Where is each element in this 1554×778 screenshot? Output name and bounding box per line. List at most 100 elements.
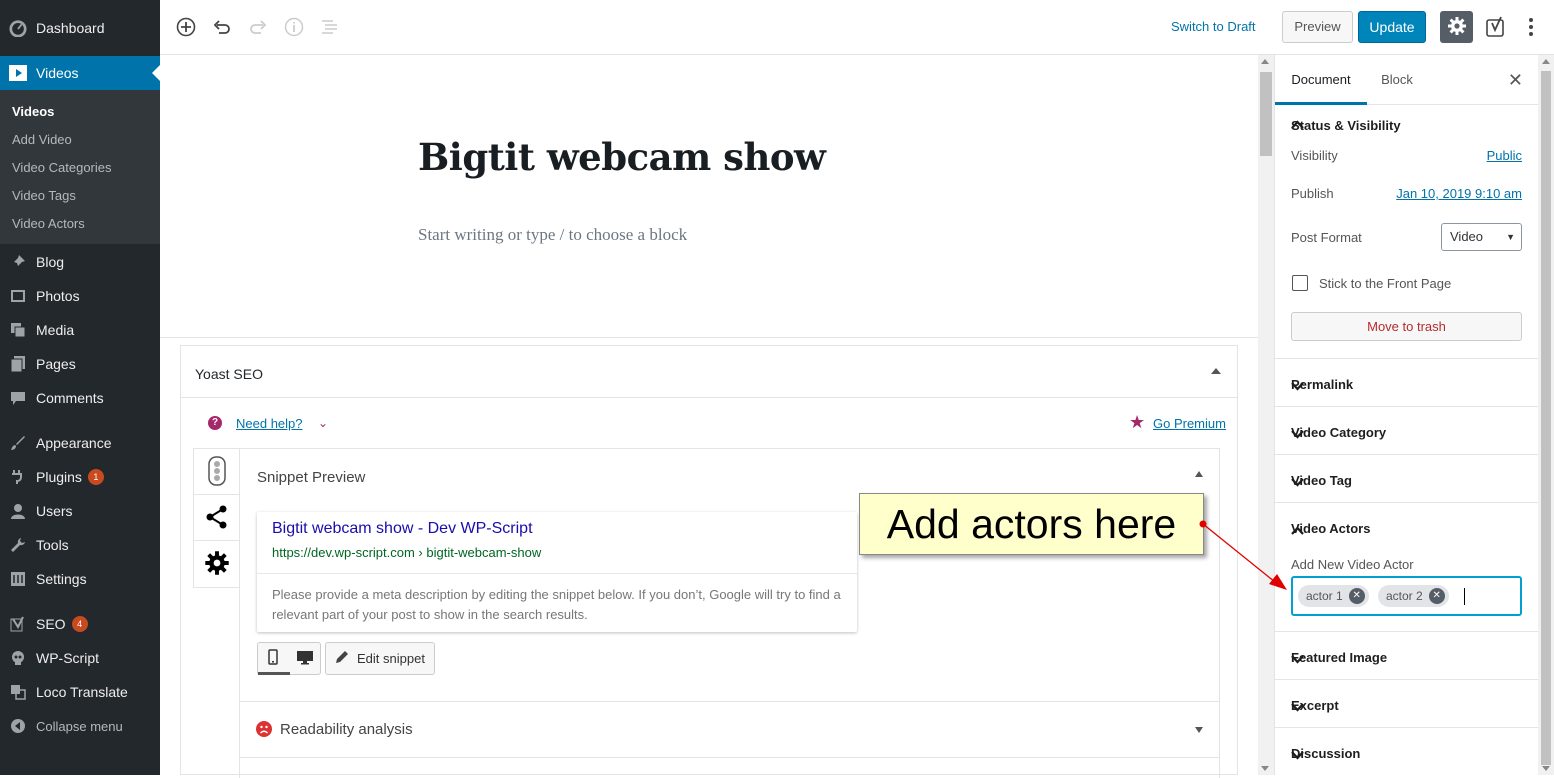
scroll-down-icon[interactable] [1261, 766, 1269, 771]
panel-excerpt[interactable]: Excerpt [1275, 679, 1539, 727]
pencil-icon [335, 650, 349, 667]
yoast-seo-metabox: Yoast SEO ? Need help? ⌄ ★ Go Premium Sn… [180, 345, 1238, 778]
device-toggle [257, 642, 321, 675]
panel-video-category[interactable]: Video Category [1275, 406, 1539, 454]
chevron-down-icon[interactable]: ⌄ [318, 416, 328, 430]
panel-status-visibility[interactable]: Status & Visibility [1275, 105, 1539, 143]
help-icon: ? [208, 416, 222, 430]
menu-appearance[interactable]: Appearance [0, 431, 160, 455]
menu-photos[interactable]: Photos [0, 284, 160, 308]
panel-video-tag[interactable]: Video Tag [1275, 454, 1539, 502]
settings-gear-button[interactable] [1440, 11, 1473, 43]
menu-plugins[interactable]: Plugins 1 [0, 465, 160, 489]
snippet-title[interactable]: Bigtit webcam show - Dev WP-Script [272, 520, 533, 538]
submenu-video-actors[interactable]: Video Actors [12, 216, 85, 231]
menu-pages[interactable]: Pages [0, 352, 160, 376]
chevron-down-icon [1291, 379, 1523, 394]
menu-label: Users [36, 503, 73, 519]
actor-token: actor 2 ✕ [1378, 585, 1449, 607]
advanced-settings-tab[interactable] [193, 540, 240, 588]
publish-label: Publish [1291, 186, 1334, 201]
menu-media[interactable]: Media [0, 318, 160, 342]
submenu-add-video[interactable]: Add Video [12, 132, 72, 147]
preview-button[interactable]: Preview [1282, 11, 1353, 43]
menu-collapse[interactable]: Collapse menu [0, 714, 160, 738]
go-premium-link[interactable]: Go Premium [1153, 416, 1226, 431]
menu-loco-translate[interactable]: Loco Translate [0, 680, 160, 704]
tab-document[interactable]: Document [1275, 55, 1367, 105]
traffic-light-icon [207, 455, 226, 489]
expand-triangle-icon[interactable] [1195, 727, 1203, 733]
seo-traffic-light-tab[interactable] [193, 448, 240, 496]
submenu-videos[interactable]: Videos [12, 104, 54, 119]
switch-to-draft-button[interactable]: Switch to Draft [1171, 19, 1256, 34]
update-button[interactable]: Update [1358, 11, 1426, 43]
move-to-trash-button[interactable]: Move to trash [1291, 312, 1522, 341]
submenu-video-categories[interactable]: Video Categories [12, 160, 112, 175]
menu-videos[interactable]: Videos [0, 56, 160, 90]
scroll-up-icon[interactable] [1542, 59, 1550, 64]
token-label: actor 1 [1306, 589, 1343, 603]
tab-block[interactable]: Block [1367, 55, 1427, 105]
scroll-down-icon[interactable] [1542, 766, 1550, 771]
redo-icon[interactable] [245, 14, 271, 40]
publish-date-link[interactable]: Jan 10, 2019 9:10 am [1396, 186, 1522, 201]
menu-wp-script[interactable]: WP-Script [0, 646, 160, 670]
actor-token: actor 1 ✕ [1298, 585, 1369, 607]
post-title[interactable]: Bigtit webcam show [418, 135, 826, 179]
collapse-triangle-icon[interactable] [1195, 471, 1203, 477]
panel-discussion[interactable]: Discussion [1275, 727, 1539, 775]
chevron-down-icon [1291, 748, 1523, 763]
menu-dashboard[interactable]: Dashboard [0, 13, 160, 43]
mobile-icon[interactable] [268, 649, 278, 668]
menu-blog[interactable]: Blog [0, 250, 160, 274]
menu-tools[interactable]: Tools [0, 533, 160, 557]
menu-settings[interactable]: Settings [0, 567, 160, 591]
more-menu-icon[interactable] [1518, 14, 1544, 40]
info-icon[interactable] [281, 14, 307, 40]
panel-permalink[interactable]: Permalink [1275, 358, 1539, 406]
active-arrow [152, 65, 160, 81]
callout-arrow [1199, 520, 1287, 590]
yoast-icon [0, 616, 36, 632]
pages-icon [0, 356, 36, 372]
block-placeholder[interactable]: Start writing or type / to choose a bloc… [418, 225, 687, 245]
scrollbar-thumb[interactable] [1541, 71, 1551, 765]
close-icon[interactable]: ✕ [1508, 71, 1523, 89]
sticky-label: Stick to the Front Page [1319, 276, 1452, 291]
sticky-checkbox[interactable] [1292, 275, 1308, 291]
post-format-label: Post Format [1291, 230, 1362, 245]
yoast-title: Yoast SEO [195, 366, 263, 382]
outline-icon[interactable] [317, 14, 343, 40]
scrollbar-thumb[interactable] [1260, 72, 1272, 156]
scroll-up-icon[interactable] [1261, 59, 1269, 64]
panel-featured-image[interactable]: Featured Image [1275, 631, 1539, 679]
submenu-video-tags[interactable]: Video Tags [12, 188, 76, 203]
google-snippet-card[interactable]: Bigtit webcam show - Dev WP-Script https… [257, 512, 857, 632]
menu-label: SEO [36, 616, 66, 632]
remove-token-icon[interactable]: ✕ [1348, 588, 1365, 604]
editor-toolbar: Switch to Draft Preview Update [160, 0, 1554, 55]
panel-video-actors[interactable]: Video Actors [1275, 502, 1539, 550]
menu-comments[interactable]: Comments [0, 386, 160, 410]
sidebar-tabs: Document Block ✕ [1275, 55, 1539, 105]
select-value: Video [1450, 229, 1484, 244]
menu-seo[interactable]: SEO 4 [0, 612, 160, 636]
sidebar-scrollbar[interactable] [1538, 55, 1554, 775]
actor-token-field[interactable]: actor 1 ✕ actor 2 ✕ [1291, 576, 1522, 616]
menu-users[interactable]: Users [0, 499, 160, 523]
yoast-toolbar-icon[interactable] [1483, 14, 1509, 40]
edit-snippet-button[interactable]: Edit snippet [325, 642, 435, 675]
editor-scrollbar[interactable] [1258, 55, 1274, 775]
readability-heading[interactable]: Readability analysis [280, 721, 413, 738]
social-share-tab[interactable] [193, 494, 240, 542]
undo-icon[interactable] [209, 14, 235, 40]
need-help-link[interactable]: Need help? [236, 416, 303, 431]
collapse-triangle-icon[interactable] [1211, 368, 1221, 374]
add-block-icon[interactable] [173, 14, 199, 40]
remove-token-icon[interactable]: ✕ [1428, 588, 1445, 604]
desktop-icon[interactable] [296, 650, 314, 668]
post-format-select[interactable]: Video ▼ [1441, 223, 1522, 251]
share-icon [205, 505, 229, 532]
visibility-value-link[interactable]: Public [1487, 148, 1522, 163]
